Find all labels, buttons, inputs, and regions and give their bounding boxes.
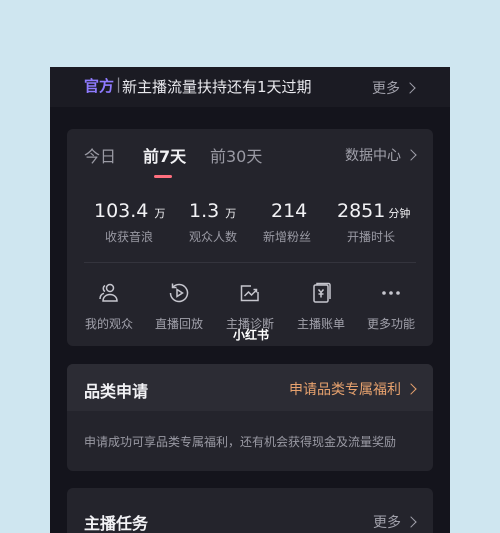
stat-label-sound-waves: 收获音浪 — [105, 230, 154, 244]
task-title: 主播任务 — [84, 514, 149, 533]
card-divider — [84, 262, 416, 263]
task-card: 主播任务 更多 — [67, 488, 433, 533]
task-more-label: 更多 — [373, 515, 401, 531]
stat-number: 1.3 — [189, 200, 220, 222]
stat-unit: 万 — [225, 207, 237, 220]
chevron-right-icon — [405, 149, 417, 161]
stat-label-viewers: 观众人数 — [189, 230, 238, 244]
tool-label: 主播账单 — [296, 317, 345, 331]
tool-my-audience[interactable]: 我的观众 — [75, 281, 143, 332]
stat-number: 214 — [271, 200, 308, 222]
replay-icon — [169, 283, 189, 303]
apply-category-link[interactable]: 申请品类专属福利 — [289, 379, 417, 399]
notice-more-link[interactable]: 更多 — [372, 78, 416, 98]
notice-message: 新主播流量扶持还有1天过期 — [122, 78, 312, 96]
stat-value-new-fans: 214 — [271, 200, 307, 222]
category-description: 申请成功可享品类专属福利，还有机会获得现金及流量奖励 — [84, 435, 397, 449]
chevron-right-icon — [405, 516, 417, 528]
phone-screen: 官方 | 新主播流量扶持还有1天过期 更多 今日 前7天 前30天 数据中心 1… — [50, 67, 450, 533]
tool-streamer-diagnosis[interactable]: 主播诊断 — [216, 281, 284, 332]
notice-separator: | — [116, 75, 122, 93]
stats-card: 今日 前7天 前30天 数据中心 103.4 万 收获音浪 1.3 万 观众人数 2… — [67, 129, 433, 346]
tool-streamer-bill[interactable]: 主播账单 — [287, 281, 355, 332]
official-tag: 官方 — [84, 77, 115, 95]
tab-7-days[interactable]: 前7天 — [143, 143, 186, 167]
stat-value-live-duration: 2851 分钟 — [337, 200, 410, 222]
tool-label: 我的观众 — [84, 317, 133, 331]
watermark-logo: 小红书 — [233, 328, 270, 342]
category-title: 品类申请 — [84, 382, 149, 401]
stat-unit: 万 — [154, 207, 166, 220]
audience-icon — [99, 283, 118, 302]
tab-30-days[interactable]: 前30天 — [210, 143, 262, 167]
apply-category-label: 申请品类专属福利 — [289, 382, 401, 398]
chevron-right-icon — [405, 383, 417, 395]
tool-more-functions[interactable]: 更多功能 — [357, 281, 425, 332]
notice-bar[interactable]: 官方 | 新主播流量扶持还有1天过期 更多 — [50, 67, 450, 107]
active-tab-indicator — [154, 175, 172, 178]
tool-live-replay[interactable]: 直播回放 — [145, 281, 213, 332]
tool-label: 直播回放 — [154, 317, 203, 331]
task-more-link[interactable]: 更多 — [373, 512, 417, 532]
tab-today[interactable]: 今日 — [84, 143, 116, 167]
stat-unit: 分钟 — [388, 207, 411, 220]
stat-number: 2851 — [337, 200, 386, 222]
tool-label: 更多功能 — [366, 317, 415, 331]
chevron-right-icon — [404, 82, 416, 94]
notice-more-label: 更多 — [372, 81, 400, 97]
category-header[interactable]: 品类申请 申请品类专属福利 — [67, 364, 433, 411]
stat-value-sound-waves: 103.4 万 — [94, 200, 165, 222]
stat-number: 103.4 — [94, 200, 149, 222]
stat-label-live-duration: 开播时长 — [347, 230, 396, 244]
bill-icon — [313, 282, 331, 303]
stat-label-new-fans: 新增粉丝 — [263, 230, 312, 244]
diagnosis-icon — [240, 285, 259, 302]
more-dots-icon — [382, 291, 400, 295]
category-card: 品类申请 申请品类专属福利 申请成功可享品类专属福利，还有机会获得现金及流量奖励 — [67, 364, 433, 471]
data-center-link[interactable]: 数据中心 — [345, 145, 417, 165]
data-center-label: 数据中心 — [345, 148, 401, 164]
stat-value-viewers: 1.3 万 — [189, 200, 236, 222]
